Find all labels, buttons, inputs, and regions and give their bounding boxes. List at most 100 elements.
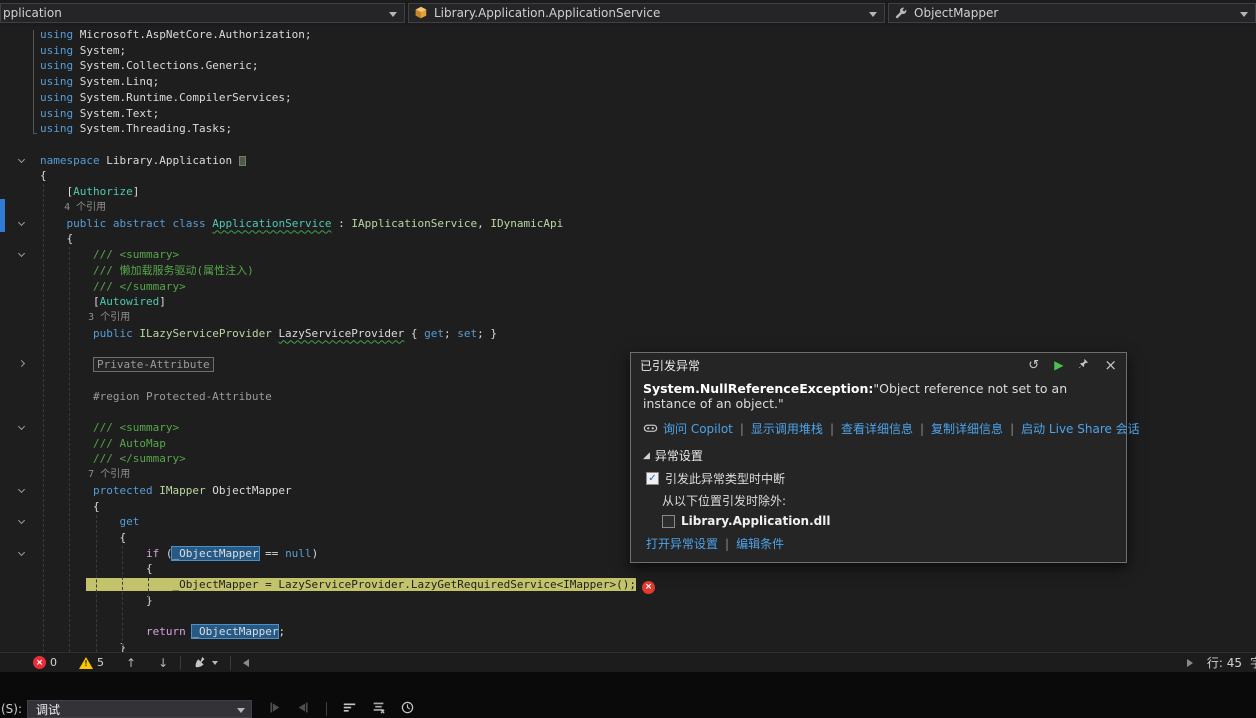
member-dropdown[interactable]: ObjectMapper bbox=[888, 3, 1256, 23]
next-issue-icon[interactable]: ↓ bbox=[158, 656, 168, 670]
exception-action-links: 询问 Copilot|显示调用堆栈|查看详细信息|复制详细信息|启动 Live … bbox=[643, 420, 1114, 437]
output-source-value: 调试 bbox=[36, 701, 60, 718]
code-token: Autowired bbox=[100, 295, 160, 308]
codelens-references-link[interactable]: 7 个引用 bbox=[40, 469, 130, 480]
code-text: } bbox=[40, 640, 1256, 652]
code-token: /// AutoMap bbox=[40, 437, 166, 450]
code-line: using System.Threading.Tasks; bbox=[0, 121, 1256, 137]
timestamp-clock-icon[interactable] bbox=[401, 701, 414, 717]
code-token: ] bbox=[159, 295, 166, 308]
output-toolbar: (S): 调试 bbox=[0, 700, 1256, 718]
break-on-exception-label: 引发此异常类型时中断 bbox=[665, 470, 785, 487]
code-text: { bbox=[40, 231, 1256, 247]
code-text: public ILazyServiceProvider LazyServiceP… bbox=[40, 326, 1256, 342]
errors-icon[interactable]: × bbox=[33, 656, 46, 669]
code-token: set bbox=[457, 327, 477, 340]
scroll-right-icon[interactable] bbox=[1187, 659, 1193, 667]
code-line bbox=[0, 609, 1256, 625]
action-link[interactable]: 显示调用堆栈 bbox=[751, 422, 823, 436]
code-line: { bbox=[0, 231, 1256, 247]
codelens-references-link[interactable]: 4 个引用 bbox=[40, 202, 106, 213]
checkbox-unchecked[interactable] bbox=[662, 515, 675, 528]
code-line: using System.Runtime.CompilerServices; bbox=[0, 90, 1256, 106]
error-x-glyph: × bbox=[36, 658, 44, 668]
code-text: 3 个引用 bbox=[40, 310, 1256, 326]
fold-collapse-icon[interactable] bbox=[18, 486, 25, 493]
word-wrap-icon[interactable] bbox=[343, 701, 356, 717]
code-token bbox=[40, 358, 93, 371]
warnings-icon[interactable] bbox=[79, 657, 93, 669]
code-token: _ObjectMapper = LazyServiceProvider.Lazy… bbox=[86, 578, 636, 591]
history-icon[interactable]: ↺ bbox=[1028, 359, 1039, 372]
output-source-dropdown[interactable]: 调试 bbox=[27, 700, 252, 718]
fold-collapse-icon[interactable] bbox=[18, 156, 25, 163]
code-text: using System; bbox=[40, 43, 1256, 59]
pin-icon[interactable] bbox=[1078, 357, 1089, 373]
link-separator: | bbox=[830, 422, 834, 436]
code-token bbox=[40, 217, 67, 230]
editor-navigation-bar: pplication Library.Application.Applicati… bbox=[0, 0, 1256, 26]
code-line: namespace Library.Application bbox=[0, 153, 1256, 169]
exception-type: System.NullReferenceException: bbox=[643, 381, 873, 396]
code-token: using bbox=[40, 75, 73, 88]
codelens-references-link[interactable]: 3 个引用 bbox=[40, 312, 130, 323]
editor-status-row: × 0 5 ↑ ↓ 行: 45 字 bbox=[0, 652, 1256, 672]
error-count[interactable]: 0 bbox=[50, 656, 57, 669]
clear-all-icon[interactable] bbox=[372, 701, 385, 717]
exception-popup-header[interactable]: 已引发异常 ↺ ▶ × bbox=[631, 353, 1126, 377]
exception-links-list: 询问 Copilot|显示调用堆栈|查看详细信息|复制详细信息|启动 Live … bbox=[663, 420, 1140, 437]
code-line: /// </summary> bbox=[0, 279, 1256, 295]
code-token: ; bbox=[444, 327, 457, 340]
code-line: public ILazyServiceProvider LazyServiceP… bbox=[0, 326, 1256, 342]
type-dropdown[interactable]: Library.Application.ApplicationService bbox=[408, 3, 885, 23]
close-icon[interactable]: × bbox=[1104, 358, 1117, 373]
code-text: using System.Collections.Generic; bbox=[40, 58, 1256, 74]
checkbox-checked[interactable]: ✓ bbox=[646, 472, 659, 485]
fold-gutter bbox=[0, 184, 40, 200]
cursor-line-indicator: 行: 45 bbox=[1207, 654, 1242, 671]
code-token: [ bbox=[40, 295, 100, 308]
code-text: [Autowired] bbox=[40, 294, 1256, 310]
fold-collapse-icon[interactable] bbox=[18, 219, 25, 226]
project-dropdown[interactable]: pplication bbox=[0, 3, 405, 23]
code-text: _ObjectMapper = LazyServiceProvider.Lazy… bbox=[40, 577, 1256, 593]
fold-collapse-icon[interactable] bbox=[18, 250, 25, 257]
code-token: ( bbox=[159, 547, 172, 560]
action-link[interactable]: 查看详细信息 bbox=[841, 422, 913, 436]
code-token: System; bbox=[73, 44, 126, 57]
exception-settings-label: 异常设置 bbox=[655, 447, 703, 464]
fold-gutter bbox=[0, 43, 40, 59]
fold-collapse-icon[interactable] bbox=[18, 423, 25, 430]
code-token bbox=[40, 625, 146, 638]
code-text: public abstract class ApplicationService… bbox=[40, 216, 1256, 232]
code-text: using Microsoft.AspNetCore.Authorization… bbox=[40, 27, 1256, 43]
exception-message: System.NullReferenceException:"Object re… bbox=[643, 381, 1114, 411]
code-token: { bbox=[40, 531, 126, 544]
action-link[interactable]: 打开异常设置 bbox=[646, 537, 718, 551]
action-link[interactable]: 复制详细信息 bbox=[931, 422, 1003, 436]
fold-expand-icon[interactable] bbox=[18, 360, 25, 367]
code-token: System.Linq; bbox=[73, 75, 159, 88]
code-token: } bbox=[40, 594, 153, 607]
action-link[interactable]: 询问 Copilot bbox=[663, 422, 733, 436]
code-token: ] bbox=[133, 185, 140, 198]
code-cleanup-broom-icon[interactable] bbox=[193, 656, 218, 670]
fold-gutter bbox=[0, 467, 40, 483]
fold-gutter bbox=[0, 263, 40, 279]
code-token: System.Text; bbox=[73, 107, 159, 120]
warning-count[interactable]: 5 bbox=[97, 656, 104, 669]
continue-play-icon[interactable]: ▶ bbox=[1054, 359, 1063, 371]
horizontal-scrollbar-track[interactable] bbox=[249, 653, 1187, 672]
code-token: : bbox=[331, 217, 351, 230]
code-line: /// <summary> bbox=[0, 247, 1256, 263]
fold-collapse-icon[interactable] bbox=[18, 549, 25, 556]
fold-gutter bbox=[0, 310, 40, 326]
action-link[interactable]: 编辑条件 bbox=[736, 537, 784, 551]
fold-collapse-icon[interactable] bbox=[18, 517, 25, 524]
exception-settings-header[interactable]: ◢ 异常设置 bbox=[643, 447, 1114, 464]
previous-issue-icon[interactable]: ↑ bbox=[126, 656, 136, 670]
fold-gutter bbox=[0, 499, 40, 515]
action-link[interactable]: 启动 Live Share 会话 bbox=[1021, 422, 1140, 436]
expander-icon[interactable]: ◢ bbox=[643, 451, 650, 461]
exception-indicator-icon[interactable]: × bbox=[642, 581, 655, 594]
